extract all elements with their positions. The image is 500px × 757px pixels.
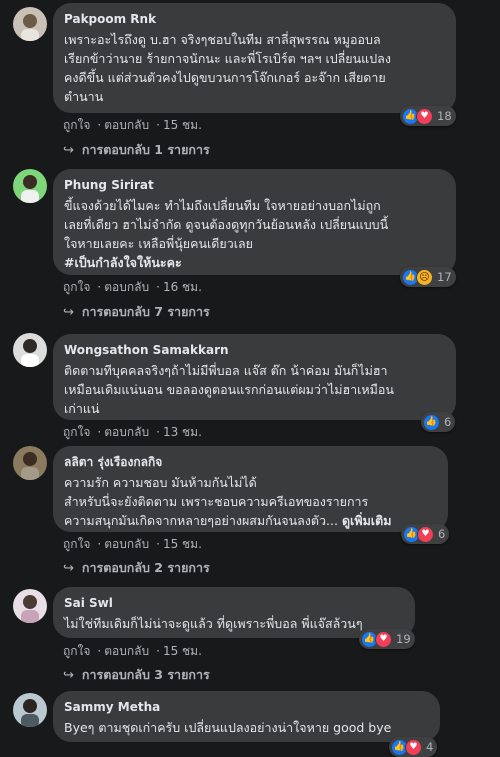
like-button[interactable]: ถูกใจ [63, 118, 90, 132]
reaction-count: 19 [396, 632, 411, 646]
love-reaction-icon: ♥ [375, 630, 392, 648]
comment-text-body: ความรัก ความชอบ มันห้ามกันไม่ได้ สำหรับน… [64, 475, 369, 528]
comment-text: ไม่ใช่ทีมเดิมก็ไม่น่าจะดูแล้ว ที่ดูเพราะ… [64, 616, 363, 631]
comment-text: เพราะอะไรถึงดู บ.ฮา จริงๆชอบในทีม สาลี่ส… [64, 32, 391, 104]
hashtag-link[interactable]: #เป็นกำลังใจให้นะคะ [64, 253, 444, 272]
reaction-summary[interactable]: 👍 ♥ 6 [401, 524, 450, 544]
comment-author[interactable]: Sammy Metha [64, 699, 428, 715]
comment-actions: ถูกใจ · ตอบกลับ · 15 ชม. [63, 537, 202, 551]
reaction-summary[interactable]: 👍 6 [421, 412, 456, 432]
comment-text: ความรัก ความชอบ มันห้ามกันไม่ได้ สำหรับน… [64, 473, 436, 530]
avatar[interactable] [13, 693, 47, 727]
comment-bubble: Sai Swl ไม่ใช่ทีมเดิมก็ไม่น่าจะดูแล้ว ที… [53, 587, 415, 638]
avatar[interactable] [13, 169, 47, 203]
love-reaction-icon: ♥ [405, 738, 422, 756]
reaction-summary[interactable]: 👍 ☹ 17 [400, 267, 456, 287]
sad-reaction-icon: ☹ [416, 268, 433, 286]
reply-button[interactable]: ตอบกลับ [104, 280, 149, 294]
comment-time[interactable]: 16 ชม. [163, 280, 202, 294]
avatar[interactable] [13, 589, 47, 623]
comment-author[interactable]: ลลิตา รุ่งเรืองกลกิจ [64, 454, 436, 470]
reply-button[interactable]: ตอบกลับ [104, 644, 149, 658]
reply-arrow-icon: ↪ [63, 304, 74, 320]
like-button[interactable]: ถูกใจ [63, 644, 90, 658]
love-reaction-icon: ♥ [416, 107, 433, 125]
comment-bubble: Wongsathon Samakkarn ติดตามทีบุคคลจริงๆถ… [53, 334, 456, 420]
reaction-count: 6 [438, 527, 446, 541]
replies-label: การตอบกลับ 2 รายการ [81, 560, 210, 575]
avatar[interactable] [13, 446, 47, 480]
reply-button[interactable]: ตอบกลับ [104, 425, 149, 439]
reply-button[interactable]: ตอบกลับ [104, 537, 149, 551]
view-replies-link[interactable]: ↪ การตอบกลับ 7 รายการ [63, 302, 210, 322]
comment-author[interactable]: Wongsathon Samakkarn [64, 342, 444, 358]
comment-bubble: ลลิตา รุ่งเรืองกลกิจ ความรัก ความชอบ มัน… [53, 446, 448, 532]
avatar[interactable] [13, 333, 47, 367]
comment-time[interactable]: 15 ชม. [163, 644, 202, 658]
view-replies-link[interactable]: ↪ การตอบกลับ 3 รายการ [63, 665, 210, 685]
reaction-count: 4 [426, 740, 434, 754]
comment-bubble: Pakpoom Rnk เพราะอะไรถึงดู บ.ฮา จริงๆชอบ… [53, 3, 456, 113]
like-reaction-icon: 👍 [423, 413, 440, 431]
reply-arrow-icon: ↪ [63, 667, 74, 683]
see-more-link[interactable]: ดูเพิ่มเติม [342, 513, 392, 528]
reply-arrow-icon: ↪ [63, 142, 74, 158]
comment-author[interactable]: Phung Sirirat [64, 177, 444, 193]
view-replies-link[interactable]: ↪ การตอบกลับ 1 รายการ [63, 140, 210, 160]
reaction-count: 18 [437, 109, 452, 123]
replies-label: การตอบกลับ 1 รายการ [81, 142, 210, 157]
comment-text: ติดตามทีบุคคลจริงๆถ้าไม่มีพี่บอล แจ๊ส ต๊… [64, 363, 394, 416]
reply-arrow-icon: ↪ [63, 560, 74, 576]
reaction-summary[interactable]: 👍 ♥ 18 [400, 106, 456, 126]
reaction-summary[interactable]: 👍 ♥ 19 [359, 629, 415, 649]
comment-actions: ถูกใจ · ตอบกลับ · 16 ชม. [63, 280, 202, 294]
like-button[interactable]: ถูกใจ [63, 425, 90, 439]
comment-time[interactable]: 13 ชม. [163, 425, 202, 439]
comment-actions: ถูกใจ · ตอบกลับ · 13 ชม. [63, 425, 202, 439]
reaction-count: 17 [437, 270, 452, 284]
comment-bubble: Phung Sirirat ขี้แจงด้วยได้ไมคะ ทำไมถึงเ… [53, 169, 456, 275]
comment-text: ขี้แจงด้วยได้ไมคะ ทำไมถึงเปลี่ยนทีม ใจหา… [64, 198, 389, 251]
like-button[interactable]: ถูกใจ [63, 280, 90, 294]
replies-label: การตอบกลับ 7 รายการ [81, 304, 210, 319]
replies-label: การตอบกลับ 3 รายการ [81, 667, 210, 682]
like-button[interactable]: ถูกใจ [63, 537, 90, 551]
comment-author[interactable]: Pakpoom Rnk [64, 11, 444, 27]
reaction-summary[interactable]: 👍 ♥ 4 [389, 737, 438, 757]
reply-button[interactable]: ตอบกลับ [104, 118, 149, 132]
comment-author[interactable]: Sai Swl [64, 595, 403, 611]
comment-actions: ถูกใจ · ตอบกลับ · 15 ชม. [63, 118, 202, 132]
view-replies-link[interactable]: ↪ การตอบกลับ 2 รายการ [63, 558, 210, 578]
comment-text: Byeๆ ตามชุดเก่าครับ เปลี่ยนแปลงอย่างน่าใ… [64, 720, 392, 735]
comment-actions: ถูกใจ · ตอบกลับ · 15 ชม. [63, 644, 202, 658]
avatar[interactable] [13, 7, 47, 41]
reaction-count: 6 [444, 415, 452, 429]
love-reaction-icon: ♥ [417, 525, 434, 543]
comment-bubble: Sammy Metha Byeๆ ตามชุดเก่าครับ เปลี่ยนแ… [53, 691, 440, 742]
comment-time[interactable]: 15 ชม. [163, 537, 202, 551]
comment-time[interactable]: 15 ชม. [163, 118, 202, 132]
